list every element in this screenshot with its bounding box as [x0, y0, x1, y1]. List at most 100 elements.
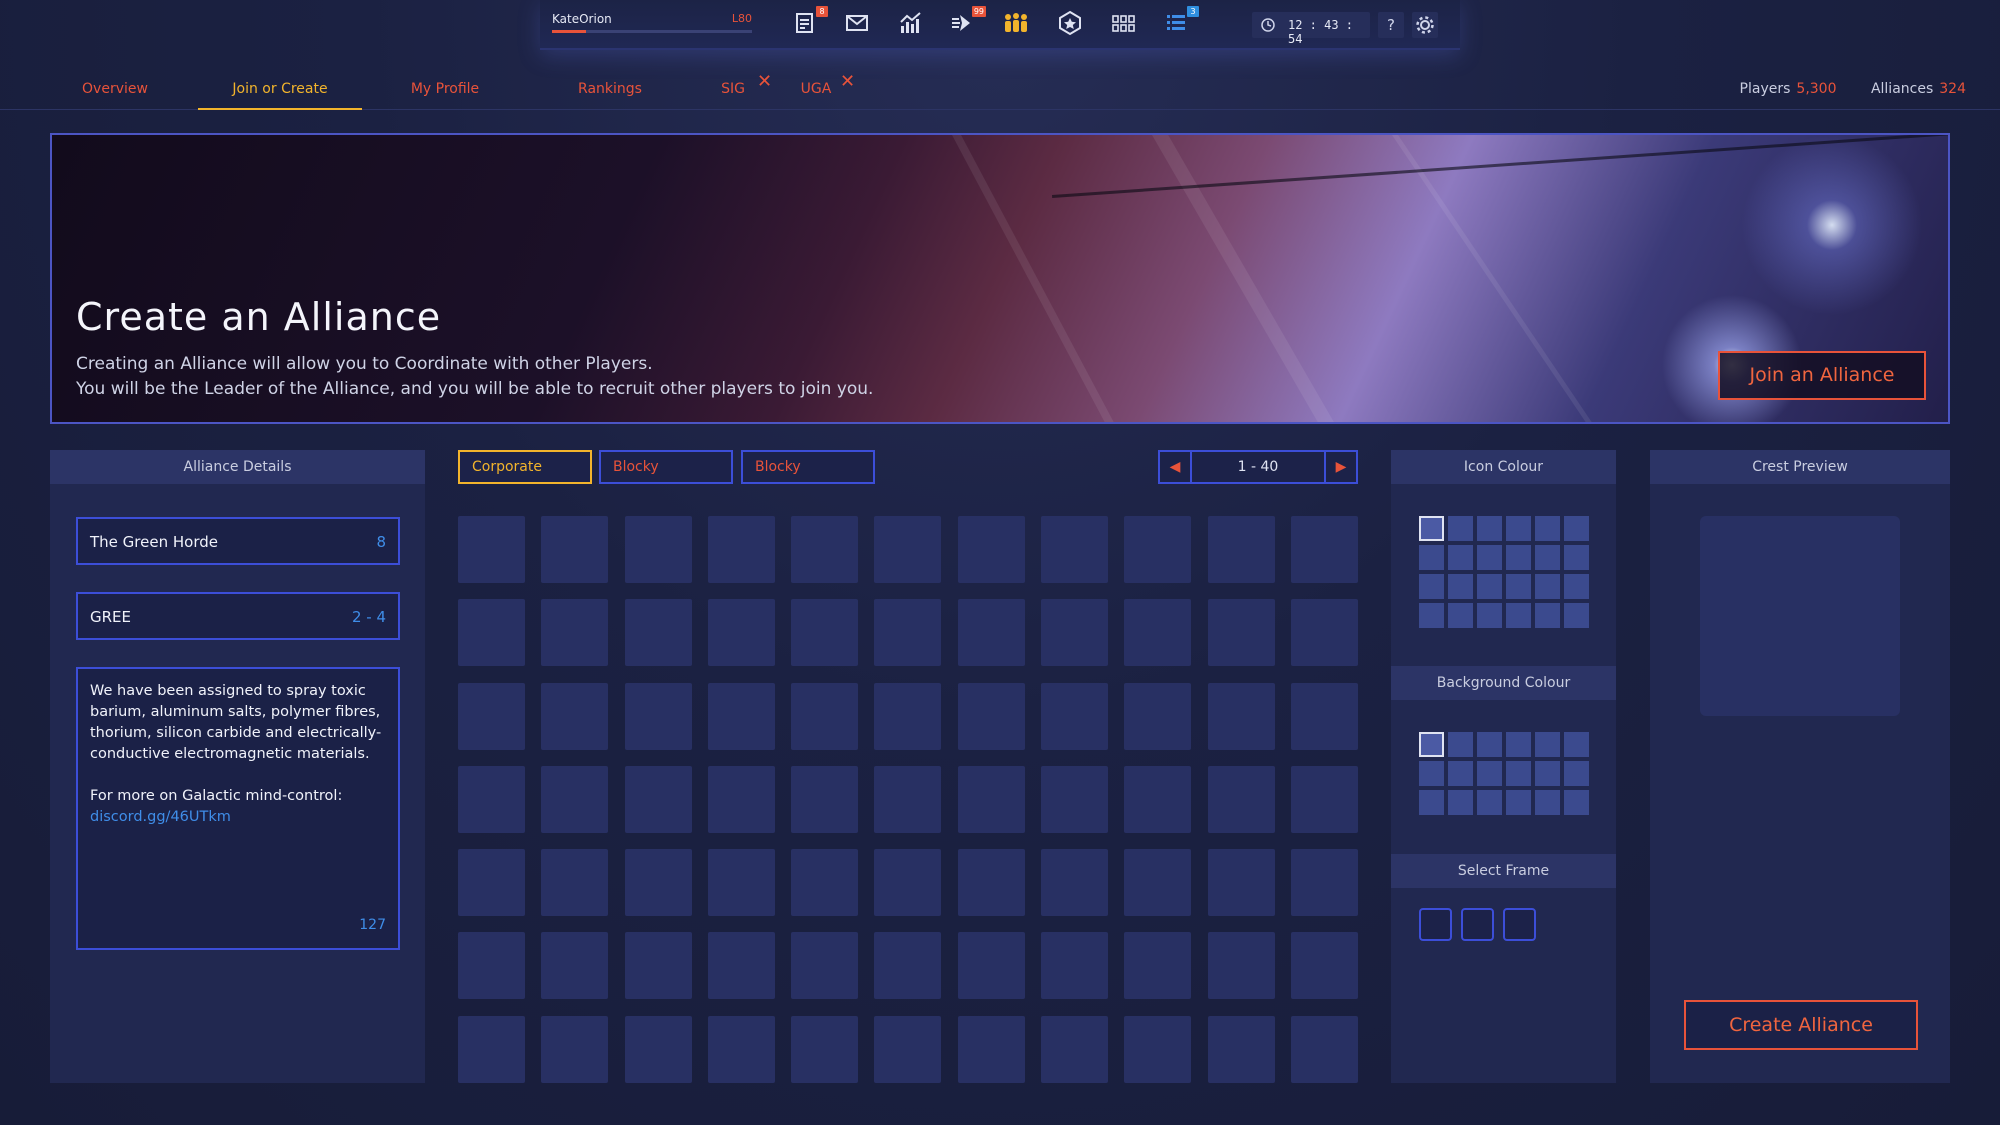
- settings-button[interactable]: [1412, 12, 1438, 38]
- colour-swatch[interactable]: [1564, 790, 1589, 815]
- description-link[interactable]: discord.gg/46UTkm: [90, 807, 386, 828]
- close-uga-tab-icon[interactable]: ✕: [840, 68, 855, 110]
- colour-swatch[interactable]: [1506, 790, 1531, 815]
- icon-option[interactable]: [458, 516, 525, 583]
- icon-option[interactable]: [1124, 599, 1192, 667]
- icon-option[interactable]: [1041, 599, 1109, 667]
- tab-uga[interactable]: UGA: [796, 68, 836, 110]
- colour-swatch[interactable]: [1564, 574, 1589, 599]
- previous-page-icon[interactable]: ◀: [1160, 452, 1192, 482]
- icon-option[interactable]: [541, 682, 609, 750]
- colour-swatch[interactable]: [1535, 574, 1560, 599]
- icon-option[interactable]: [1207, 1015, 1275, 1083]
- next-page-icon[interactable]: ▶: [1324, 452, 1356, 482]
- colour-swatch[interactable]: [1564, 516, 1589, 541]
- colour-swatch[interactable]: [1419, 761, 1444, 786]
- frame-option[interactable]: [1419, 908, 1452, 941]
- colour-swatch[interactable]: [1477, 761, 1502, 786]
- icon-option[interactable]: [1207, 932, 1275, 1000]
- colour-swatch[interactable]: [1477, 574, 1502, 599]
- icon-option[interactable]: [791, 599, 859, 667]
- icon-option[interactable]: [707, 682, 775, 750]
- queue-list-icon[interactable]: 3: [1163, 6, 1199, 40]
- alliance-name-field[interactable]: The Green Horde 8: [76, 517, 400, 565]
- icon-option[interactable]: [1124, 516, 1192, 583]
- icon-option[interactable]: [1207, 599, 1275, 667]
- colour-swatch[interactable]: [1419, 790, 1444, 815]
- icon-option[interactable]: [707, 765, 775, 833]
- tab-sig[interactable]: SIG: [712, 68, 754, 110]
- colour-swatch[interactable]: [1477, 732, 1502, 757]
- fleet-movement-icon[interactable]: 99: [950, 6, 986, 40]
- colour-swatch[interactable]: [1535, 732, 1560, 757]
- icon-option[interactable]: [624, 599, 692, 667]
- colour-swatch[interactable]: [1448, 790, 1473, 815]
- icon-option[interactable]: [791, 932, 859, 1000]
- icon-option[interactable]: [458, 932, 525, 1000]
- icon-option[interactable]: [1290, 682, 1358, 750]
- colour-swatch[interactable]: [1477, 516, 1502, 541]
- join-alliance-button[interactable]: Join an Alliance: [1718, 351, 1926, 400]
- create-alliance-button[interactable]: Create Alliance: [1684, 1000, 1918, 1050]
- colour-swatch[interactable]: [1448, 516, 1473, 541]
- icon-option[interactable]: [874, 849, 942, 917]
- icon-option[interactable]: [791, 516, 859, 583]
- colour-swatch[interactable]: [1419, 516, 1444, 541]
- player-info[interactable]: KateOrion L80: [552, 12, 752, 36]
- colour-swatch[interactable]: [1564, 545, 1589, 570]
- close-sig-tab-icon[interactable]: ✕: [757, 68, 772, 110]
- icon-option[interactable]: [1290, 1015, 1358, 1083]
- icon-option[interactable]: [707, 599, 775, 667]
- icon-option[interactable]: [624, 849, 692, 917]
- colour-swatch[interactable]: [1535, 790, 1560, 815]
- icon-option[interactable]: [791, 765, 859, 833]
- colour-swatch[interactable]: [1535, 545, 1560, 570]
- icon-option[interactable]: [1124, 765, 1192, 833]
- icon-option[interactable]: [541, 516, 609, 583]
- icon-option[interactable]: [874, 682, 942, 750]
- icon-option[interactable]: [1290, 849, 1358, 917]
- icon-option[interactable]: [791, 849, 859, 917]
- frame-option[interactable]: [1461, 908, 1494, 941]
- colour-swatch[interactable]: [1419, 574, 1444, 599]
- icon-option[interactable]: [458, 682, 525, 750]
- icon-option[interactable]: [1041, 849, 1109, 917]
- colour-swatch[interactable]: [1448, 732, 1473, 757]
- icon-option[interactable]: [624, 682, 692, 750]
- help-button[interactable]: ?: [1378, 12, 1404, 38]
- colour-swatch[interactable]: [1506, 603, 1531, 628]
- colour-swatch[interactable]: [1506, 574, 1531, 599]
- icon-option[interactable]: [458, 1015, 525, 1083]
- colour-swatch[interactable]: [1448, 574, 1473, 599]
- icon-option[interactable]: [624, 516, 692, 583]
- icon-option[interactable]: [624, 765, 692, 833]
- icon-option[interactable]: [1124, 682, 1192, 750]
- icon-option[interactable]: [957, 682, 1025, 750]
- icon-option[interactable]: [874, 516, 942, 583]
- icon-option[interactable]: [957, 932, 1025, 1000]
- icon-option[interactable]: [541, 932, 609, 1000]
- icon-option[interactable]: [791, 682, 859, 750]
- icon-option[interactable]: [1290, 516, 1358, 583]
- frame-option[interactable]: [1503, 908, 1536, 941]
- icon-option[interactable]: [707, 516, 775, 583]
- icon-option[interactable]: [957, 849, 1025, 917]
- colour-swatch[interactable]: [1506, 545, 1531, 570]
- colour-swatch[interactable]: [1564, 603, 1589, 628]
- grid-menu-icon[interactable]: [1110, 10, 1140, 40]
- icon-option[interactable]: [1124, 849, 1192, 917]
- icon-option[interactable]: [458, 765, 525, 833]
- colour-swatch[interactable]: [1448, 761, 1473, 786]
- icon-option[interactable]: [791, 1015, 859, 1083]
- icon-option[interactable]: [707, 1015, 775, 1083]
- icon-option[interactable]: [624, 932, 692, 1000]
- stats-chart-icon[interactable]: [897, 10, 927, 40]
- icon-option[interactable]: [541, 849, 609, 917]
- icon-option[interactable]: [874, 765, 942, 833]
- colour-swatch[interactable]: [1535, 761, 1560, 786]
- colour-swatch[interactable]: [1419, 732, 1444, 757]
- alliance-description-field[interactable]: We have been assigned to spray toxic bar…: [76, 667, 400, 950]
- icon-option[interactable]: [1207, 765, 1275, 833]
- style-blocky-button-2[interactable]: Blocky: [741, 450, 875, 484]
- icon-option[interactable]: [541, 1015, 609, 1083]
